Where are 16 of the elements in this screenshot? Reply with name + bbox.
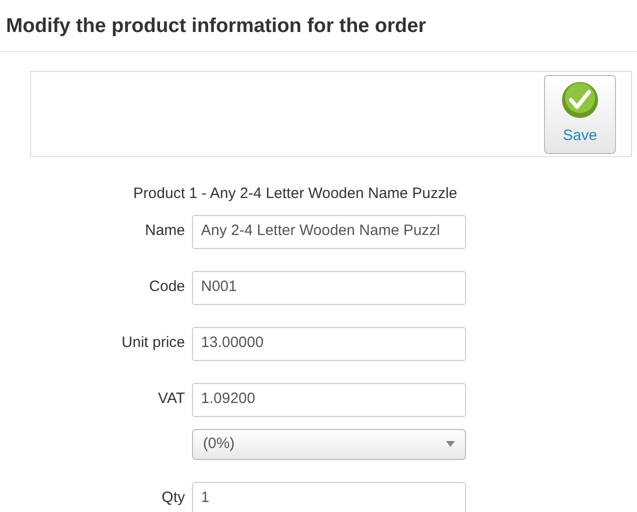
input-field[interactable]: 13.00000 (192, 326, 466, 360)
product-value: 1 - Any 2-4 Letter Wooden Name Puzzle (189, 184, 458, 204)
page-title: Modify the product information for the order (6, 14, 426, 38)
field-label: VAT (158, 390, 185, 406)
vat-rate-dropdown[interactable]: (0%) (192, 428, 466, 460)
field-label: Unit price (122, 334, 185, 350)
input-field[interactable]: Any 2-4 Letter Wooden Name Puzzl (192, 214, 466, 248)
field-label: Product (133, 185, 185, 202)
input-field[interactable]: 1.09200 (192, 382, 466, 416)
input-field[interactable]: N001 (192, 270, 466, 304)
dropdown-caret-icon (446, 441, 455, 447)
checkmark-icon (561, 80, 599, 119)
field-label: Name (144, 222, 185, 238)
field-label: Qty (162, 488, 185, 506)
input-field[interactable]: 1 (192, 482, 466, 512)
field-label: Code (149, 278, 185, 294)
